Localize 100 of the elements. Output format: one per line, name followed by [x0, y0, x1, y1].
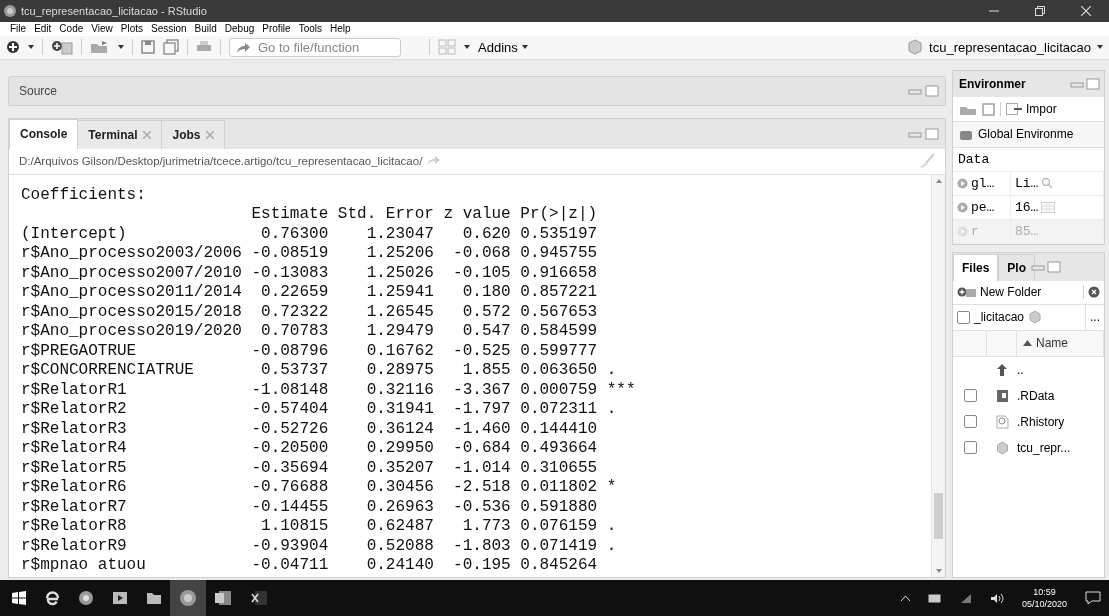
search-icon[interactable] — [1041, 177, 1054, 190]
file-name[interactable]: .. — [1017, 362, 1024, 377]
more-button[interactable]: ... — [1090, 310, 1100, 325]
import-dataset-button[interactable]: Impor — [1006, 102, 1057, 117]
console-output-line: r$Ano_processo2003/2006 -0.08519 1.25206 -0.068 0.945755 — [21, 244, 599, 264]
windows-start-icon[interactable] — [12, 591, 26, 605]
console-tab[interactable]: Jobs — [161, 119, 226, 149]
menu-item[interactable]: Edit — [30, 23, 56, 35]
console-output-line: r$Ano_processo2019/2020 0.70783 1.29479 0.547 0.584599 — [21, 322, 599, 342]
restore-icon[interactable] — [1035, 6, 1045, 16]
scroll-down-icon[interactable] — [935, 569, 942, 573]
file-name[interactable]: .Rhistory — [1017, 414, 1065, 429]
folder-icon[interactable] — [146, 591, 162, 605]
caret-icon[interactable] — [521, 45, 528, 50]
console-output-line: Estimate Std. Error z value Pr(>|z|) — [250, 205, 599, 225]
console-output-line: r$RelatorR6 -0.76688 0.30456 -2.518 0.011802 * — [21, 478, 618, 498]
console-output-line: r$Ano_processo2007/2010 -0.13083 1.25026 -0.105 0.916658 — [21, 263, 599, 284]
maximize-pane-icon[interactable] — [925, 84, 939, 97]
variable-value: 16… — [1015, 199, 1039, 215]
variable-name[interactable]: pe… — [971, 199, 995, 215]
window-title: tcu_representacao_licitacao - RStudio — [21, 5, 208, 17]
vertical-scrollbar[interactable] — [931, 174, 945, 577]
menu-item[interactable]: Debug — [220, 23, 259, 35]
save-all-icon[interactable] — [163, 39, 179, 56]
console-output-line: Coefficients: — [21, 185, 146, 206]
console-output-line: r$RelatorR2 -0.57404 0.31941 -1.797 0.072311 . — [21, 400, 618, 420]
clock[interactable]: 10:59 05/10/2020 — [1021, 586, 1067, 610]
wifi-icon[interactable] — [959, 592, 972, 604]
pane-title: Source — [19, 83, 59, 98]
scroll-thumb[interactable] — [934, 493, 943, 539]
save-icon[interactable] — [982, 102, 995, 116]
battery-icon[interactable] — [927, 593, 942, 603]
menu-item[interactable]: Plots — [116, 23, 147, 35]
new-folder-button[interactable]: New Folder — [957, 285, 1042, 300]
checkbox[interactable] — [963, 389, 977, 403]
expand-icon[interactable] — [957, 177, 968, 189]
project-menu[interactable]: tcu_representacao_licitacao — [907, 39, 1103, 56]
new-folder-icon[interactable] — [957, 285, 977, 299]
menu-item[interactable]: Session — [147, 23, 191, 35]
restore-pane-icon[interactable] — [925, 127, 939, 140]
up-arrow-icon[interactable] — [996, 362, 1008, 377]
sort-ascending-icon[interactable] — [1023, 340, 1032, 347]
pane-tab[interactable]: Plo — [998, 253, 1036, 281]
file-name[interactable]: tcu_repr... — [1017, 440, 1071, 455]
console-output-line: r$RelatorR7 -0.14455 0.26963 -0.536 0.591880 — [21, 497, 599, 518]
new-file-icon[interactable] — [6, 40, 20, 55]
go-to-file-field[interactable]: Go to file/function — [229, 37, 401, 57]
project-icon[interactable] — [1028, 310, 1043, 325]
arrow-icon — [236, 41, 250, 54]
menu-item[interactable]: Profile — [258, 23, 295, 35]
checkbox[interactable] — [963, 441, 977, 455]
caret-icon[interactable] — [28, 45, 34, 50]
pane-tab[interactable]: Files — [953, 253, 999, 281]
close-icon[interactable] — [1081, 6, 1091, 16]
close-tab-icon[interactable] — [143, 130, 152, 139]
r-app-icon[interactable] — [179, 589, 197, 607]
console-output-line: r$CONCORRENCIATRUE 0.53737 0.28975 1.855 0.063650 . — [21, 361, 618, 381]
checkbox[interactable] — [957, 310, 970, 324]
caret-icon[interactable] — [118, 45, 124, 50]
file-name[interactable]: .RData — [1017, 388, 1055, 403]
console-tab[interactable]: Console — [9, 118, 79, 149]
menu-item[interactable]: File — [6, 23, 31, 35]
save-icon[interactable] — [141, 40, 155, 55]
maximize-pane-icon[interactable] — [1086, 78, 1100, 90]
app-logo-icon — [4, 5, 16, 17]
caret-icon[interactable] — [464, 45, 470, 50]
breadcrumb-link[interactable]: _licitacao — [974, 310, 1025, 325]
console-output-line: r$Ano_processo2011/2014 0.22659 1.25941 0.180 0.857221 — [21, 283, 599, 303]
close-tab-icon[interactable] — [206, 130, 215, 139]
history-file-icon — [995, 414, 1009, 429]
open-folder-icon[interactable] — [90, 40, 110, 55]
caret-up-icon[interactable] — [900, 595, 910, 601]
menu-item[interactable]: Build — [190, 23, 221, 35]
table-import-icon[interactable] — [1006, 103, 1023, 116]
new-project-icon[interactable] — [51, 39, 73, 56]
volume-icon[interactable] — [989, 592, 1004, 604]
scroll-up-icon[interactable] — [935, 178, 942, 183]
caret-icon[interactable] — [1097, 45, 1103, 50]
addins-menu[interactable]: Addins — [478, 39, 528, 55]
expand-icon[interactable] — [957, 201, 968, 213]
delete-icon[interactable] — [1088, 286, 1100, 299]
working-directory-path: D:/Arquivos Gilson/Desktop/jurimetria/tcece.artigo/tcu_representacao_licitacao/ — [19, 155, 423, 168]
maximize-pane-icon[interactable] — [1047, 260, 1062, 273]
project-file-icon — [995, 440, 1009, 455]
menu-item[interactable]: Tools — [294, 23, 326, 35]
console-output-line: r$RelatorR8 1.10815 0.62487 1.773 0.076159 . — [21, 517, 618, 537]
variable-name[interactable]: gl… — [971, 175, 995, 191]
project-icon[interactable] — [907, 39, 924, 56]
menu-item[interactable]: Code — [55, 23, 88, 35]
console-output-line: (Intercept) 0.76300 1.23047 0.620 0.535197 — [21, 224, 599, 245]
console-output-line: r$mpnao atuou -0.04711 0.24140 -0.195 0.845264 — [21, 556, 599, 576]
menu-item[interactable]: Help — [326, 23, 355, 35]
file-icon — [995, 388, 1009, 403]
notifications-icon[interactable] — [1085, 591, 1101, 605]
checkbox[interactable] — [963, 415, 977, 429]
console-output-line: r$RelatorR9 -0.93904 0.52088 -1.803 0.071419 . — [21, 536, 618, 557]
browser-icon[interactable] — [44, 590, 60, 606]
menu-item[interactable]: View — [87, 23, 117, 35]
media-player-icon[interactable] — [112, 590, 128, 606]
console-output-line: r$RelatorR3 -0.52726 0.36124 -1.460 0.144410 — [21, 419, 599, 440]
